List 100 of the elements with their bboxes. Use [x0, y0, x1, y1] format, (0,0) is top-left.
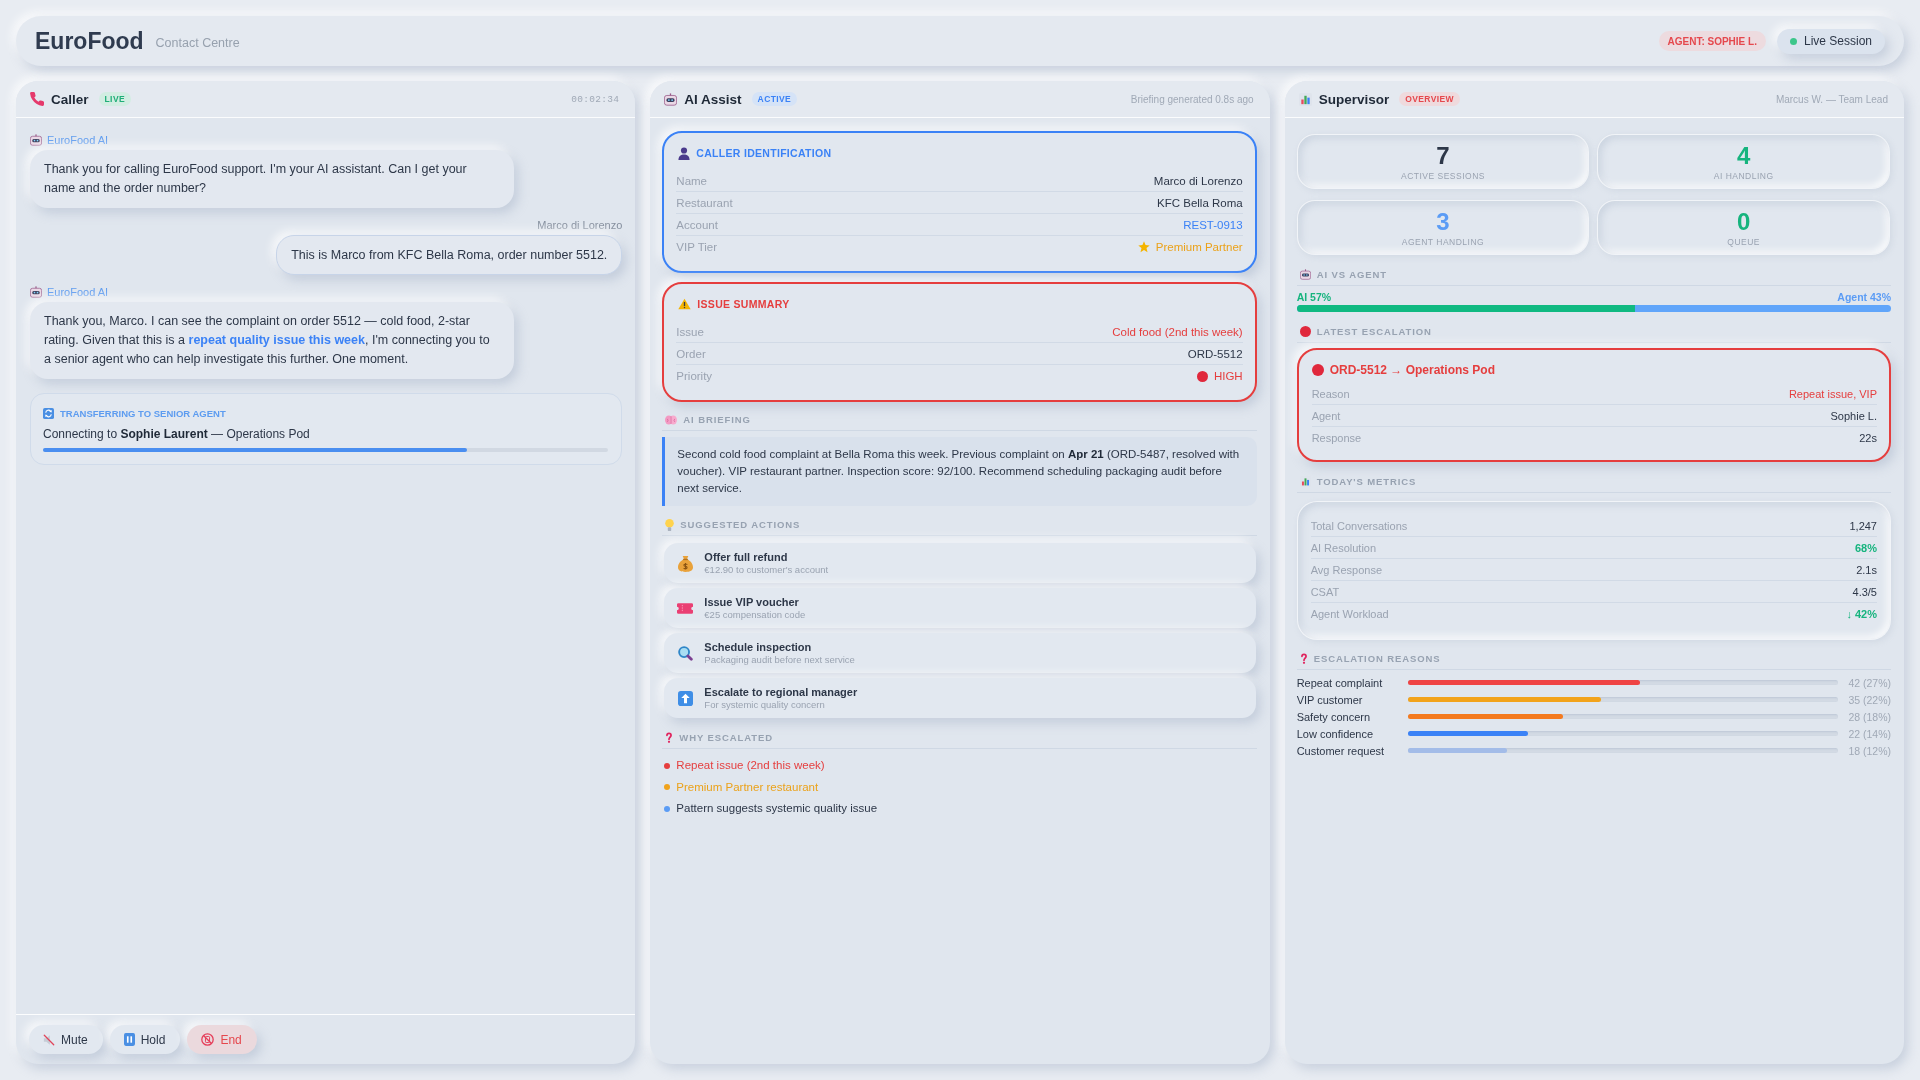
reason-label: Repeat complaint — [1296, 676, 1384, 689]
robot-icon — [664, 92, 678, 106]
briefing-text: Second cold food complaint at Bella Roma this week. Previous complaint on Apr 21 (ORD-5487, resolved with voucher). VIP restaurant partner. Inspection score: 92/100. Recommend scheduling packaging audit before next service. — [662, 437, 1257, 506]
field-label: Agent — [1311, 409, 1341, 422]
ai-message: Thank you, Marco. I can see the complaint on order 5512 — cold food, 2-star rating. Given that this is a repeat quality issue this week, I'm connecting you to a senior agent who can help investigate this further. One moment. — [30, 302, 514, 379]
field-value: Marco di Lorenzo — [1153, 174, 1243, 187]
panel-title: AI Assist — [684, 91, 742, 107]
sender-name: EuroFood AI — [47, 133, 109, 146]
magnifier-icon — [677, 645, 693, 661]
phone-icon — [30, 92, 44, 106]
field-value: ORD-5512 — [1187, 347, 1243, 360]
section-heading: AI VS AGENT — [1316, 268, 1387, 281]
status-badge: ACTIVE — [751, 92, 798, 106]
reason-label: Customer request — [1296, 744, 1386, 757]
stat-label: AGENT HANDLING — [1401, 237, 1485, 248]
section-heading: TODAY'S METRICS — [1316, 475, 1417, 488]
field-value: 2.1s — [1856, 563, 1877, 576]
field-label: Reason — [1311, 387, 1350, 400]
robot-icon — [30, 285, 42, 298]
question-mark-icon — [1299, 653, 1308, 664]
section-heading: ESCALATION REASONS — [1313, 652, 1441, 665]
transfer-status: Connecting to Sophie Laurent — Operations Pod — [43, 427, 311, 442]
panel-title: Supervisor — [1318, 91, 1390, 107]
card-title: ISSUE SUMMARY — [697, 298, 790, 310]
person-icon — [678, 146, 691, 160]
field-label: Restaurant — [676, 196, 733, 209]
reason-count: 28 (18%) — [1847, 710, 1891, 723]
session-label: Live Session — [1803, 34, 1872, 48]
field-label: Order — [676, 347, 706, 360]
reason-text: Repeat issue (2nd this week) — [676, 758, 825, 773]
caller-message: This is Marco from KFC Bella Roma, order number 5512. — [276, 235, 623, 275]
robot-icon — [1299, 269, 1311, 280]
dot-icon — [1311, 364, 1324, 376]
card-title: CALLER IDENTIFICATION — [696, 147, 832, 159]
suggested-action[interactable]: Schedule inspection Packaging audit before next service — [664, 633, 1256, 673]
field-value: 1,247 — [1849, 519, 1877, 532]
status-badge: OVERVIEW — [1399, 92, 1461, 106]
field-value: Repeat issue, VIP — [1788, 387, 1877, 400]
reason-label: VIP customer — [1296, 693, 1364, 706]
briefing-time: Briefing generated 0.8s ago — [1130, 93, 1254, 105]
supervisor-name: Marcus W. — Team Lead — [1775, 93, 1888, 105]
field-value: Premium Partner — [1155, 241, 1243, 253]
field-value: HIGH — [1213, 370, 1243, 382]
field-value: Sophie L. — [1830, 409, 1877, 422]
field-label: Account — [676, 218, 718, 231]
sender-name: Marco di Lorenzo — [537, 218, 623, 231]
field-label: Agent Workload — [1310, 608, 1389, 620]
pause-icon — [123, 1033, 135, 1046]
hold-button[interactable]: Hold — [109, 1025, 181, 1054]
lightbulb-icon — [665, 518, 675, 531]
brand-subtitle: Contact Centre — [155, 35, 240, 50]
ticket-icon — [677, 602, 694, 614]
reason-label: Safety concern — [1296, 710, 1372, 723]
muted-speaker-icon — [43, 1033, 55, 1046]
suggested-action[interactable]: Issue VIP voucher €25 compensation code — [664, 588, 1256, 628]
stat-label: QUEUE — [1727, 237, 1760, 248]
suggested-action[interactable]: Offer full refund €12.90 to customer's account — [664, 543, 1256, 583]
dot-icon — [1299, 326, 1311, 337]
stat-value: 4 — [1736, 143, 1751, 169]
suggested-action[interactable]: Escalate to regional manager For systemic quality concern — [664, 678, 1256, 718]
question-mark-icon — [665, 732, 674, 743]
field-label: VIP Tier — [676, 241, 718, 253]
reason-label: Low confidence — [1296, 727, 1375, 740]
field-label: CSAT — [1310, 585, 1340, 598]
dot-icon — [1196, 370, 1208, 382]
stat-value: 0 — [1736, 209, 1751, 235]
ai-share-label: AI 57% — [1296, 290, 1332, 303]
call-timer: 00:02:34 — [571, 93, 620, 105]
field-label: Priority — [676, 370, 713, 382]
section-heading: LATEST ESCALATION — [1316, 325, 1432, 338]
reason-count: 22 (14%) — [1847, 727, 1891, 740]
no-phone-icon — [201, 1033, 215, 1046]
reason-text: Pattern suggests systemic quality issue — [676, 801, 878, 816]
agent-badge: AGENT: SOPHIE L. — [1658, 31, 1766, 51]
agent-share-label: Agent 43% — [1837, 290, 1891, 303]
warning-icon — [678, 298, 692, 310]
stat-label: ACTIVE SESSIONS — [1400, 171, 1485, 182]
reason-count: 42 (27%) — [1847, 676, 1891, 689]
field-label: Name — [676, 174, 707, 187]
status-badge: LIVE — [98, 92, 132, 106]
section-heading: SUGGESTED ACTIONS — [680, 518, 801, 531]
field-label: AI Resolution — [1310, 541, 1377, 554]
field-value: KFC Bella Roma — [1157, 196, 1243, 209]
section-heading: AI BRIEFING — [683, 413, 751, 426]
refresh-arrows-icon — [43, 408, 54, 419]
brain-icon — [665, 414, 678, 425]
bar-chart-icon — [1299, 476, 1311, 487]
brand-name: EuroFood — [35, 27, 144, 55]
field-value: ↓ 42% — [1846, 608, 1877, 620]
field-label: Avg Response — [1310, 563, 1382, 576]
transfer-title: TRANSFERRING TO SENIOR AGENT — [60, 408, 226, 419]
field-value: 68% — [1854, 541, 1877, 554]
reason-count: 18 (12%) — [1847, 744, 1891, 757]
stat-value: 3 — [1436, 209, 1450, 235]
ai-message: Thank you for calling EuroFood support. I'm your AI assistant. Can I get your name and the order number? — [30, 150, 514, 208]
money-bag-icon — [677, 554, 693, 572]
field-label: Total Conversations — [1310, 519, 1408, 532]
mute-button[interactable]: Mute — [29, 1025, 103, 1054]
reason-count: 35 (22%) — [1847, 693, 1891, 706]
field-value: Cold food (2nd this week) — [1112, 325, 1243, 338]
